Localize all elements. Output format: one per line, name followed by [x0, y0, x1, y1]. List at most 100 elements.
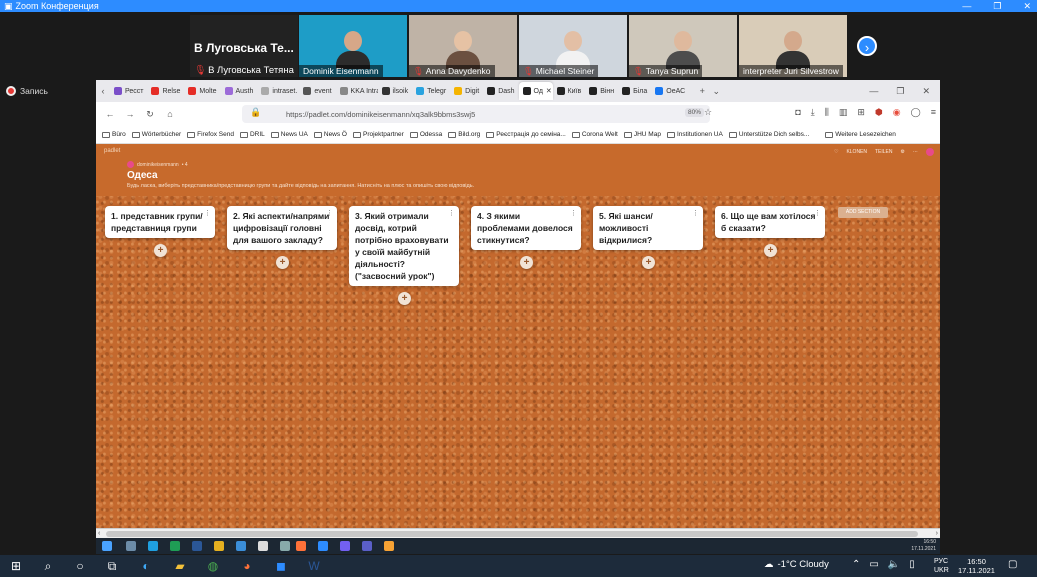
edge-icon[interactable]: ◐: [138, 558, 154, 574]
menu-icon[interactable]: ≡: [931, 107, 936, 118]
notification-icon[interactable]: ▢: [1008, 559, 1017, 570]
browser-tab[interactable]: Relse: [147, 82, 184, 100]
network-icon[interactable]: ▭: [869, 559, 878, 570]
horizontal-scrollbar[interactable]: ‹ ›: [96, 528, 940, 538]
add-post-button[interactable]: +: [154, 244, 167, 257]
word-icon[interactable]: W: [306, 558, 322, 574]
word-icon[interactable]: [192, 541, 202, 551]
more-icon[interactable]: ⋯: [913, 149, 918, 155]
search-icon[interactable]: ⌕: [40, 558, 56, 574]
chevron-up-icon[interactable]: ⌃: [852, 559, 860, 570]
browser-tab[interactable]: Austh: [221, 82, 258, 100]
volume-icon[interactable]: 🔈: [888, 559, 900, 570]
account-icon[interactable]: ◯: [911, 107, 921, 118]
cortana-icon[interactable]: ○: [72, 558, 88, 574]
excel-icon[interactable]: [170, 541, 180, 551]
bookmark-star-icon[interactable]: ☆: [704, 107, 712, 118]
bookmark-item[interactable]: Firefox Send: [187, 131, 234, 138]
pocket-icon[interactable]: ◘: [795, 107, 800, 118]
browser-tab[interactable]: Dash: [483, 82, 518, 100]
windows-start-icon[interactable]: ⊞: [8, 558, 24, 574]
bookmark-item[interactable]: Projektpartner: [353, 131, 404, 138]
column-header[interactable]: 3. Який отримали досвід, котрий потрібно…: [349, 206, 459, 286]
app-icon[interactable]: [236, 541, 246, 551]
teams-icon[interactable]: [362, 541, 372, 551]
back-icon[interactable]: ←: [100, 109, 120, 119]
bookmark-item[interactable]: Bild.org: [448, 131, 480, 138]
column-menu-icon[interactable]: ⋮: [692, 208, 699, 220]
column-header[interactable]: 1. представник групи/ представниця групи…: [105, 206, 215, 238]
app-icon[interactable]: [384, 541, 394, 551]
add-post-button[interactable]: +: [398, 292, 411, 305]
bookmark-item[interactable]: DRIL: [239, 131, 265, 138]
browser-tab[interactable]: Од ✕: [518, 82, 553, 100]
browser-tab[interactable]: Digit: [450, 82, 483, 100]
battery-icon[interactable]: ▯: [909, 559, 915, 570]
minimize-icon[interactable]: —: [869, 86, 878, 97]
column-header[interactable]: 2. Які аспекти/напрями цифровізації голо…: [227, 206, 337, 250]
add-section-button[interactable]: ADD SECTION: [838, 207, 888, 218]
participant-tile[interactable]: 🎙 Anna Davydenko: [409, 15, 517, 77]
participant-tile[interactable]: 🎙 Tanya Suprun: [629, 15, 737, 77]
column-header[interactable]: 5. Які шанси/можливості відкрилися? ⋮: [593, 206, 703, 250]
browser-tab[interactable]: ОеАС: [651, 82, 689, 100]
weather-widget[interactable]: ☁ -1°C Cloudy: [764, 559, 829, 570]
library-icon[interactable]: ⫼: [825, 107, 829, 118]
browser-tab[interactable]: Ресст: [110, 82, 147, 100]
bookmark-item[interactable]: Weitere Lesezeichen: [825, 131, 896, 138]
bookmark-item[interactable]: Wörterbücher: [131, 131, 181, 138]
participant-tile[interactable]: Dominik Eisenmann: [299, 15, 407, 77]
bookmark-item[interactable]: News Ö: [313, 131, 347, 138]
close-tab-icon[interactable]: ✕: [546, 87, 552, 95]
browser-tab[interactable]: Telegr: [412, 82, 450, 100]
bookmark-item[interactable]: Corona Welt: [571, 131, 618, 138]
language-indicator[interactable]: РУС UKR: [934, 557, 949, 575]
file-explorer-icon[interactable]: ▰: [172, 558, 188, 574]
minimize-icon[interactable]: —: [962, 0, 971, 12]
start-icon[interactable]: [102, 541, 112, 551]
app-icon[interactable]: [280, 541, 290, 551]
close-icon[interactable]: ✕: [922, 86, 930, 97]
firefox-icon[interactable]: [296, 541, 306, 551]
participant-tile[interactable]: 🎙 Michael Steiner: [519, 15, 627, 77]
ublock-icon[interactable]: ⬢: [875, 107, 883, 118]
restore-icon[interactable]: ❐: [896, 86, 904, 97]
zoom-icon[interactable]: [318, 541, 328, 551]
browser-tab[interactable]: ilsoik: [378, 82, 413, 100]
system-clock[interactable]: 16:50 17.11.2021: [958, 557, 995, 575]
skype-icon[interactable]: [148, 541, 158, 551]
browser-tab[interactable]: Molte: [184, 82, 220, 100]
tab-list-icon[interactable]: ⌄: [709, 86, 723, 97]
browser-tab[interactable]: Біла: [618, 82, 651, 100]
firefox-icon[interactable]: ◕: [239, 558, 255, 574]
column-menu-icon[interactable]: ⋮: [570, 208, 577, 220]
bookmark-item[interactable]: Odessa: [409, 131, 442, 138]
restore-icon[interactable]: ❐: [993, 0, 1001, 12]
column-header[interactable]: 6. Що ще вам хотілося б сказати? ⋮: [715, 206, 825, 238]
viber-icon[interactable]: [340, 541, 350, 551]
bookmark-item[interactable]: Büro: [102, 131, 126, 138]
addon-icon[interactable]: ◉: [893, 107, 901, 118]
participant-tile[interactable]: interpreter Juri Silvestrow: [739, 15, 847, 77]
sidebar-icon[interactable]: ▥: [839, 107, 848, 118]
new-tab-icon[interactable]: +: [695, 86, 709, 96]
reload-icon[interactable]: ↻: [140, 109, 160, 120]
participant-tile[interactable]: В Луговська Те... 🎙 В Луговська Тетяна: [190, 15, 298, 77]
scroll-thumb[interactable]: [106, 531, 918, 537]
share-button[interactable]: TEILEN: [875, 149, 893, 155]
column-menu-icon[interactable]: ⋮: [814, 208, 821, 220]
bookmark-item[interactable]: News UA: [270, 131, 308, 138]
column-header[interactable]: 4. З якими проблемами довелося стикнутис…: [471, 206, 581, 250]
column-menu-icon[interactable]: ⋮: [204, 208, 211, 220]
download-icon[interactable]: ⤓: [811, 107, 815, 118]
clone-button[interactable]: KLONEN: [846, 149, 867, 155]
add-post-button[interactable]: +: [276, 256, 289, 269]
add-post-button[interactable]: +: [764, 244, 777, 257]
column-menu-icon[interactable]: ⋮: [448, 208, 455, 220]
tab-list-back-icon[interactable]: ‹: [96, 86, 110, 96]
browser-tab[interactable]: event: [299, 82, 335, 100]
browser-tab[interactable]: Київ: [553, 82, 586, 100]
task-view-icon[interactable]: ⧉: [104, 558, 120, 574]
folder-icon[interactable]: [214, 541, 224, 551]
next-page-button[interactable]: ›: [857, 36, 877, 56]
